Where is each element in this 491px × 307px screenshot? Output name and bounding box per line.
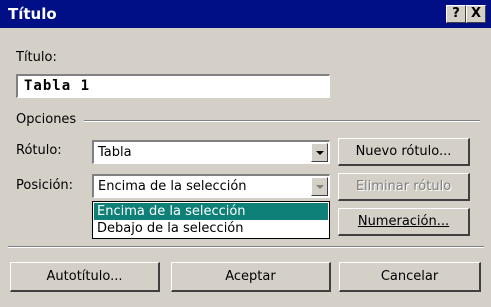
caption-label: Título: (16, 50, 57, 65)
label-label: Rótulo: (16, 143, 62, 158)
autocaption-button[interactable]: Autotítulo... (10, 262, 160, 292)
ok-button[interactable]: Aceptar (171, 262, 331, 292)
position-combo-dropdown-button[interactable] (311, 177, 328, 196)
position-dropdown-list[interactable]: Encima de la selección Debajo de la sele… (92, 201, 330, 239)
new-label-button[interactable]: Nuevo rótulo... (338, 138, 470, 166)
window-title: Título (8, 5, 57, 23)
chevron-down-icon (316, 185, 324, 189)
bottom-separator-highlight (8, 247, 484, 248)
position-option-below[interactable]: Debajo de la selección (94, 220, 328, 237)
title-bar: Título ? X (0, 0, 491, 28)
position-label: Posición: (16, 178, 74, 193)
numbering-button[interactable]: Numeración... (338, 208, 470, 236)
help-button[interactable]: ? (446, 5, 466, 23)
chevron-down-icon (316, 151, 324, 155)
position-option-above[interactable]: Encima de la selección (94, 203, 328, 220)
position-combo-value: Encima de la selección (98, 179, 247, 194)
numbering-button-label: Numeración... (357, 214, 450, 229)
cancel-button[interactable]: Cancelar (339, 262, 481, 292)
label-combo-value: Tabla (98, 145, 132, 160)
caption-input[interactable]: Tabla 1 (16, 74, 330, 98)
label-combo[interactable]: Tabla (92, 140, 330, 164)
delete-label-button: Eliminar rótulo (338, 173, 470, 201)
options-group-label: Opciones (16, 112, 77, 127)
position-combo[interactable]: Encima de la selección (92, 174, 330, 198)
close-button[interactable]: X (466, 5, 486, 23)
label-combo-dropdown-button[interactable] (311, 143, 328, 162)
options-separator-highlight (84, 121, 480, 122)
